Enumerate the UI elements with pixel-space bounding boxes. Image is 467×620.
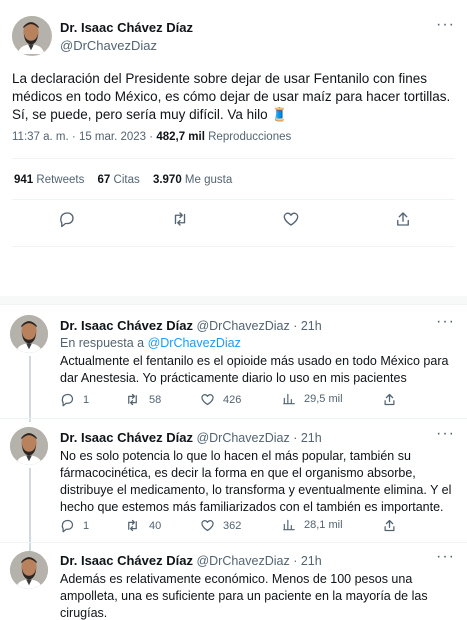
reply-button[interactable]: 1: [60, 518, 89, 533]
quotes-stat[interactable]: 67 Citas: [98, 174, 143, 186]
avatar-portrait: [12, 16, 50, 54]
in-reply-to: En respuesta a @DrChavezDiaz: [60, 336, 241, 350]
divider: [12, 199, 455, 200]
retweet-count: 40: [149, 519, 162, 532]
author-name[interactable]: Dr. Isaac Chávez Díaz: [60, 553, 193, 568]
reply-count: 1: [83, 519, 90, 532]
retweet-button[interactable]: 58: [124, 392, 161, 407]
like-count: 426: [223, 393, 242, 406]
share-upload-icon: [384, 393, 395, 406]
views-label: Reproducciones: [208, 131, 292, 143]
author-name[interactable]: Dr. Isaac Chávez Díaz: [60, 20, 193, 35]
heart-icon: [201, 520, 214, 532]
view-count: 29,5 mil: [304, 393, 343, 405]
tweet-age[interactable]: · 21h: [293, 431, 322, 445]
thread-connector: [29, 356, 31, 422]
divider: [0, 542, 467, 543]
more-dots-icon[interactable]: ···: [436, 313, 455, 331]
tweet-text: Además es relativamente económico. Menos…: [60, 572, 428, 620]
tweet-age[interactable]: · 21h: [293, 319, 322, 333]
tweet-age[interactable]: · 21h: [293, 554, 322, 568]
share-button[interactable]: [382, 392, 397, 407]
author-name[interactable]: Dr. Isaac Chávez Díaz: [60, 318, 193, 333]
avatar[interactable]: [10, 315, 48, 353]
heart-icon[interactable]: [282, 210, 300, 228]
more-dots-icon[interactable]: ···: [436, 16, 455, 34]
views-button[interactable]: 29,5 mil: [282, 392, 343, 406]
author-handle[interactable]: @DrChavezDiaz: [196, 431, 289, 445]
avatar[interactable]: [10, 427, 48, 465]
avatar-portrait: [10, 551, 48, 589]
section-gap: [0, 296, 467, 304]
like-button[interactable]: 362: [200, 518, 241, 533]
author-handle[interactable]: @DrChavezDiaz: [196, 554, 289, 568]
views-bars-icon: [283, 393, 295, 405]
author-name[interactable]: Dr. Isaac Chávez Díaz: [60, 430, 193, 445]
more-dots-icon[interactable]: ···: [436, 425, 455, 443]
reply-bubble-icon: [61, 519, 74, 533]
author-handle[interactable]: @DrChavezDiaz: [60, 38, 157, 53]
reply-header: Dr. Isaac Chávez Díaz @DrChavezDiaz · 21…: [60, 430, 322, 445]
in-reply-handle[interactable]: @DrChavezDiaz: [148, 336, 241, 350]
likes-count: 3.970: [152, 174, 182, 186]
reply-header: Dr. Isaac Chávez Díaz @DrChavezDiaz · 21…: [60, 318, 322, 333]
likes-stat[interactable]: 3.970 Me gusta: [153, 174, 232, 186]
divider: [0, 418, 467, 419]
retweets-label: Retweets: [36, 174, 85, 186]
more-dots-icon[interactable]: ···: [436, 548, 455, 566]
likes-label: Me gusta: [184, 174, 233, 186]
avatar-portrait: [10, 427, 48, 465]
tweet-time[interactable]: 11:37 a. m.: [12, 131, 69, 143]
retweet-count: 58: [149, 393, 162, 406]
tweet-text: La declaración del Presidente sobre deja…: [12, 71, 451, 122]
share-upload-icon[interactable]: [394, 210, 412, 228]
tweet-text: Actualmente el fentanilo es el opioide m…: [60, 354, 449, 385]
like-count: 362: [223, 519, 242, 532]
author-handle[interactable]: @DrChavezDiaz: [196, 319, 289, 333]
meta-separator: ·: [149, 131, 154, 143]
in-reply-prefix: En respuesta a: [60, 336, 145, 350]
retweet-arrows-icon: [128, 519, 137, 532]
engagement-stats: 941 Retweets 67 Citas 3.970 Me gusta: [14, 174, 232, 186]
reply-count: 1: [83, 393, 90, 406]
meta-separator: ·: [71, 131, 76, 143]
views-bars-icon: [283, 519, 295, 531]
avatar[interactable]: [12, 16, 52, 56]
divider: [0, 304, 467, 305]
share-upload-icon: [384, 519, 395, 532]
divider: [12, 246, 455, 247]
reply-actions: 1 58 426 29,5 mil: [60, 392, 460, 408]
view-count: 28,1 mil: [304, 519, 343, 531]
tweet-text: No es solo potencia lo que lo hacen el m…: [60, 449, 452, 514]
retweets-stat[interactable]: 941 Retweets: [14, 174, 88, 186]
views-count: 482,7 mil: [156, 131, 205, 143]
heart-icon: [201, 394, 214, 406]
share-button[interactable]: [382, 518, 397, 533]
quotes-label: Citas: [113, 174, 140, 186]
reply-bubble-icon: [61, 393, 74, 407]
reply-button[interactable]: 1: [60, 392, 89, 407]
like-button[interactable]: 426: [200, 392, 241, 407]
tweet-meta: 11:37 a. m. · 15 mar. 2023 · 482,7 mil R…: [12, 131, 291, 143]
reply-header: Dr. Isaac Chávez Díaz @DrChavezDiaz · 21…: [60, 553, 322, 568]
retweet-arrows-icon: [128, 393, 137, 406]
quotes-count: 67: [97, 174, 111, 186]
reply-actions: 1 40 362 28,1 mil: [60, 518, 460, 534]
views-button[interactable]: 28,1 mil: [282, 518, 343, 532]
avatar[interactable]: [10, 551, 48, 589]
retweets-count: 941: [14, 174, 34, 186]
main-actions: [0, 210, 467, 232]
avatar-portrait: [10, 315, 48, 353]
retweet-button[interactable]: 40: [124, 518, 161, 533]
divider: [12, 158, 455, 159]
reply-bubble-icon[interactable]: [58, 210, 76, 228]
tweet-date[interactable]: 15 mar. 2023: [79, 131, 146, 143]
retweet-arrows-icon[interactable]: [170, 210, 190, 228]
